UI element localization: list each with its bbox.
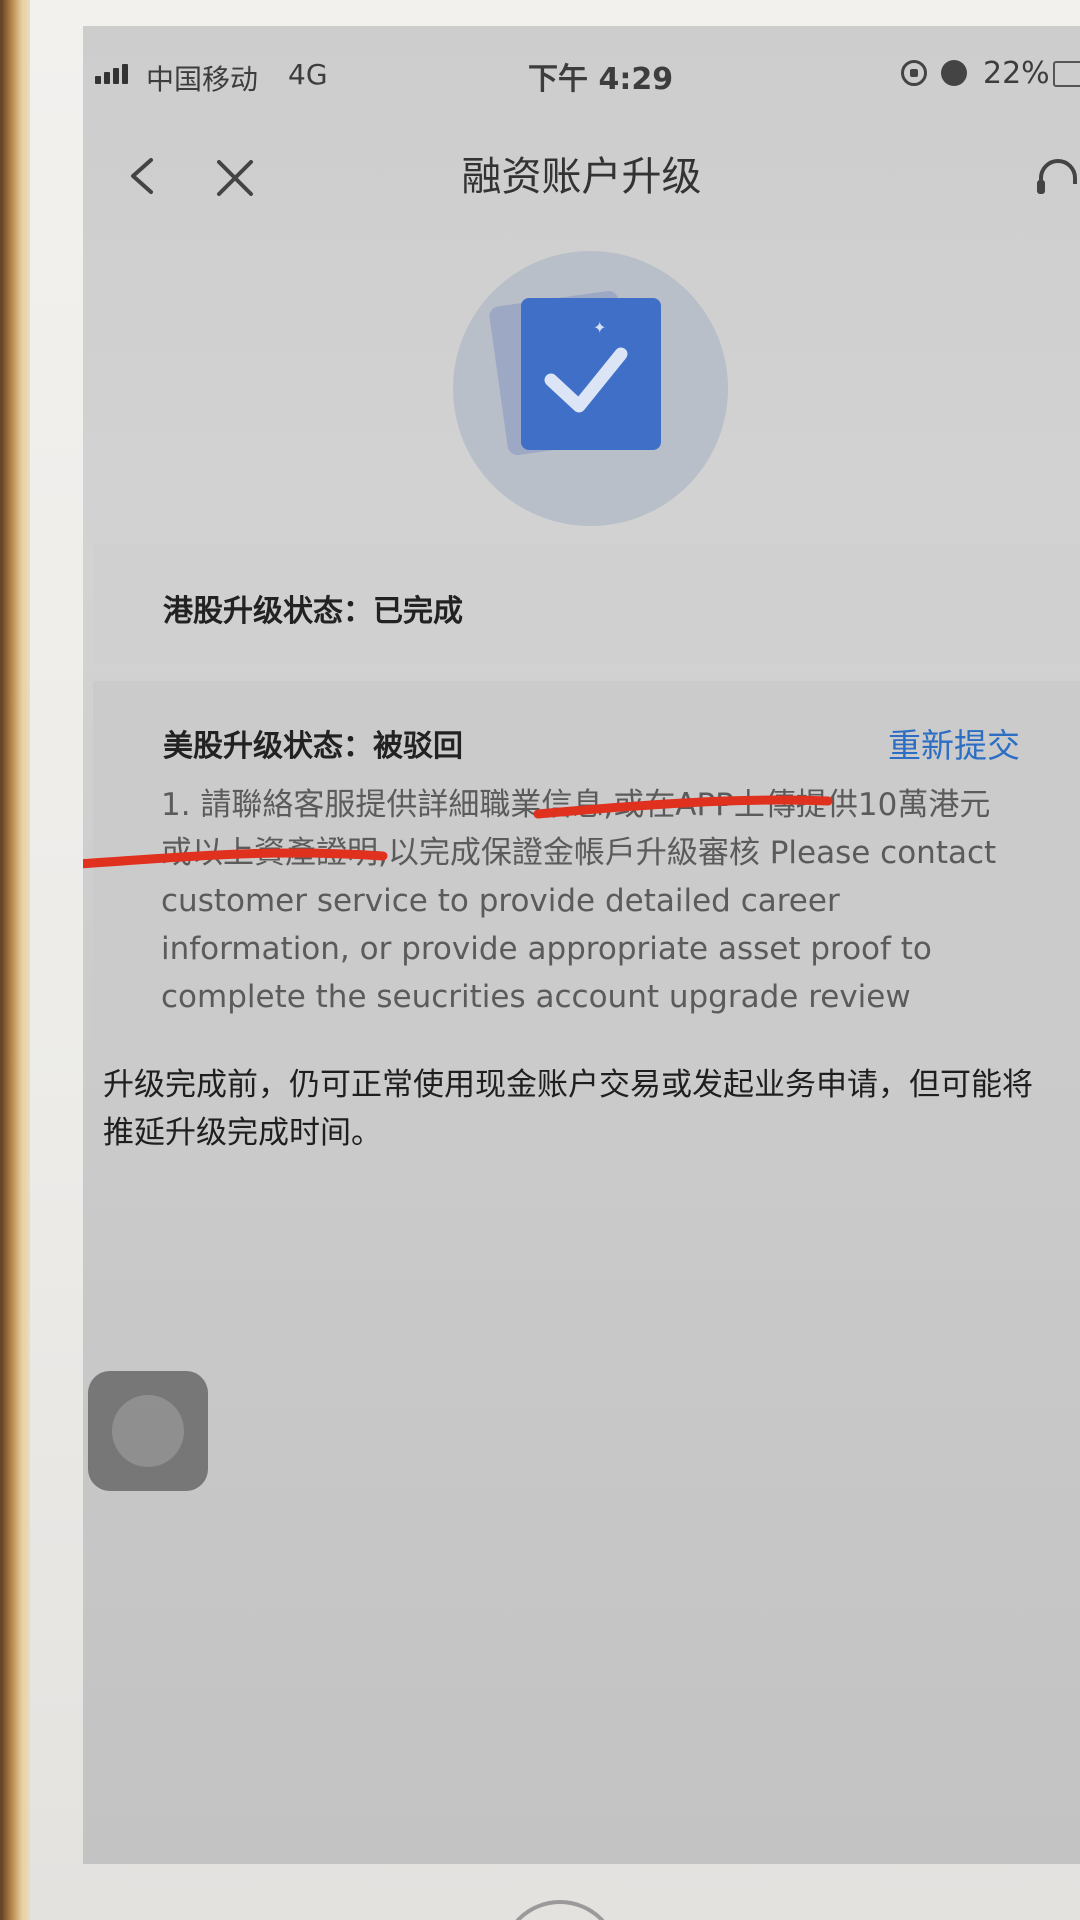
rejection-reason: 1. 請聯絡客服提供詳細職業信息,或在APP上傳提供10萬港元或以上資產證明,以… bbox=[161, 787, 997, 1015]
headset-icon[interactable] bbox=[1033, 154, 1080, 204]
status-bar: 中国移动 4G 下午 4:29 22% bbox=[83, 26, 1080, 116]
orientation-lock-icon bbox=[901, 60, 927, 86]
hk-status-section: 港股升级状态：已完成 bbox=[93, 544, 1080, 664]
sparkle-icon: ✦ bbox=[593, 318, 607, 337]
signal-icon bbox=[95, 64, 128, 84]
us-status-label: 美股升级状态：被驳回 bbox=[163, 729, 463, 764]
floating-assistive-button[interactable] bbox=[88, 1371, 208, 1491]
carrier-name: 中国移动 bbox=[146, 63, 259, 96]
upgrade-note: 升级完成前，仍可正常使用现金账户交易或发起业务申请，但可能将推延升级完成时间。 bbox=[103, 1067, 1033, 1151]
navigation-bar: 融资账户升级 bbox=[83, 116, 1080, 236]
status-time: 下午 4:29 bbox=[528, 62, 674, 97]
hk-status-label: 港股升级状态：已完成 bbox=[163, 594, 463, 629]
checkmark-card-icon bbox=[521, 298, 661, 450]
us-status-section: 美股升级状态：被驳回 重新提交 1. 請聯絡客服提供詳細職業信息,或在APP上傳… bbox=[93, 681, 1080, 1056]
battery-icon bbox=[1053, 61, 1080, 87]
network-type: 4G bbox=[288, 58, 328, 91]
alarm-icon bbox=[941, 60, 967, 86]
battery-percentage: 22% bbox=[983, 56, 1050, 91]
phone-screen: 中国移动 4G 下午 4:29 22% 融资账户升级 ✦ 港股升级状态：已完成 … bbox=[83, 26, 1080, 1864]
resubmit-button[interactable]: 重新提交 bbox=[888, 719, 1020, 767]
page-title: 融资账户升级 bbox=[461, 154, 702, 200]
